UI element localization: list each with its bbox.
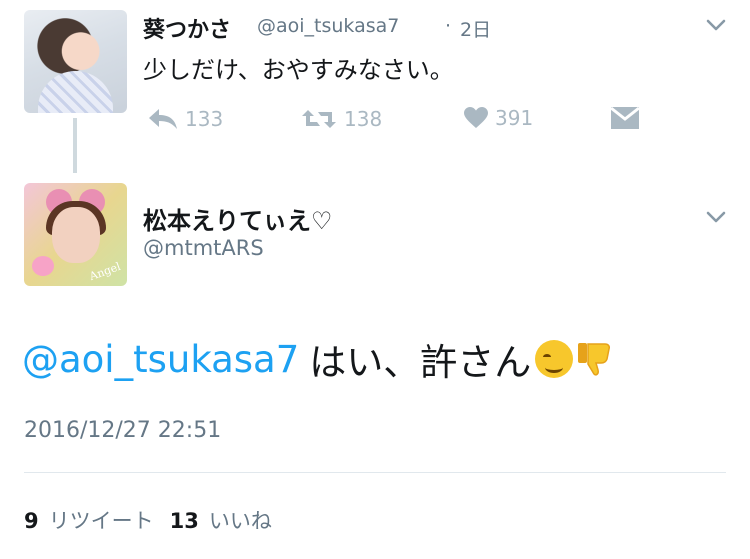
parent-time[interactable]: 2日 [460, 15, 491, 42]
avatar-aoi-tsukasa[interactable] [24, 10, 127, 113]
like-button[interactable]: 391 [463, 106, 533, 130]
heart-icon [463, 106, 489, 130]
engagement-stats: 9 リツイート 13 いいね [24, 505, 272, 535]
main-handle[interactable]: @mtmtARS [143, 236, 264, 260]
main-tweet-text: @aoi_tsukasa7 はい、許さん [22, 332, 615, 386]
thumbs-down-emoji [575, 339, 615, 379]
like-count: 391 [495, 106, 534, 130]
direct-message-icon [610, 106, 640, 130]
parent-handle[interactable]: @aoi_tsukasa7 [257, 15, 399, 37]
chevron-down-icon[interactable] [705, 206, 727, 228]
retweet-total[interactable]: 9 [24, 509, 39, 533]
parent-separator: · [445, 15, 452, 37]
avatar-sticker-text: Angel [87, 259, 123, 284]
reply-icon [147, 106, 179, 132]
reply-button[interactable]: 133 [147, 106, 223, 132]
avatar-mtmtars[interactable]: Angel [24, 183, 127, 286]
main-tweet-body: はい、許さん [309, 341, 532, 384]
mention-link[interactable]: @aoi_tsukasa7 [22, 338, 299, 381]
parent-tweet-text: 少しだけ、おやすみなさい。 [143, 56, 454, 84]
retweet-button[interactable]: 138 [300, 106, 382, 132]
retweet-icon [300, 106, 338, 132]
main-display-name[interactable]: 松本えりてぃえ♡ [143, 201, 333, 236]
relieved-smile-emoji [535, 340, 574, 378]
like-total[interactable]: 13 [170, 509, 199, 533]
direct-message-button[interactable] [610, 106, 640, 130]
avatar-image-detail [38, 71, 113, 113]
thread-connector-line [73, 118, 77, 173]
reply-count: 133 [185, 107, 224, 131]
chevron-down-icon[interactable] [705, 14, 727, 36]
tweet-timestamp: 2016/12/27 22:51 [24, 418, 222, 443]
avatar-heart-sticker [32, 256, 54, 276]
retweet-count: 138 [344, 107, 383, 131]
retweet-label[interactable]: リツイート [49, 505, 154, 535]
divider [24, 472, 726, 473]
avatar-face [52, 207, 100, 263]
parent-display-name[interactable]: 葵つかさ [143, 12, 231, 44]
like-label[interactable]: いいね [209, 505, 272, 535]
